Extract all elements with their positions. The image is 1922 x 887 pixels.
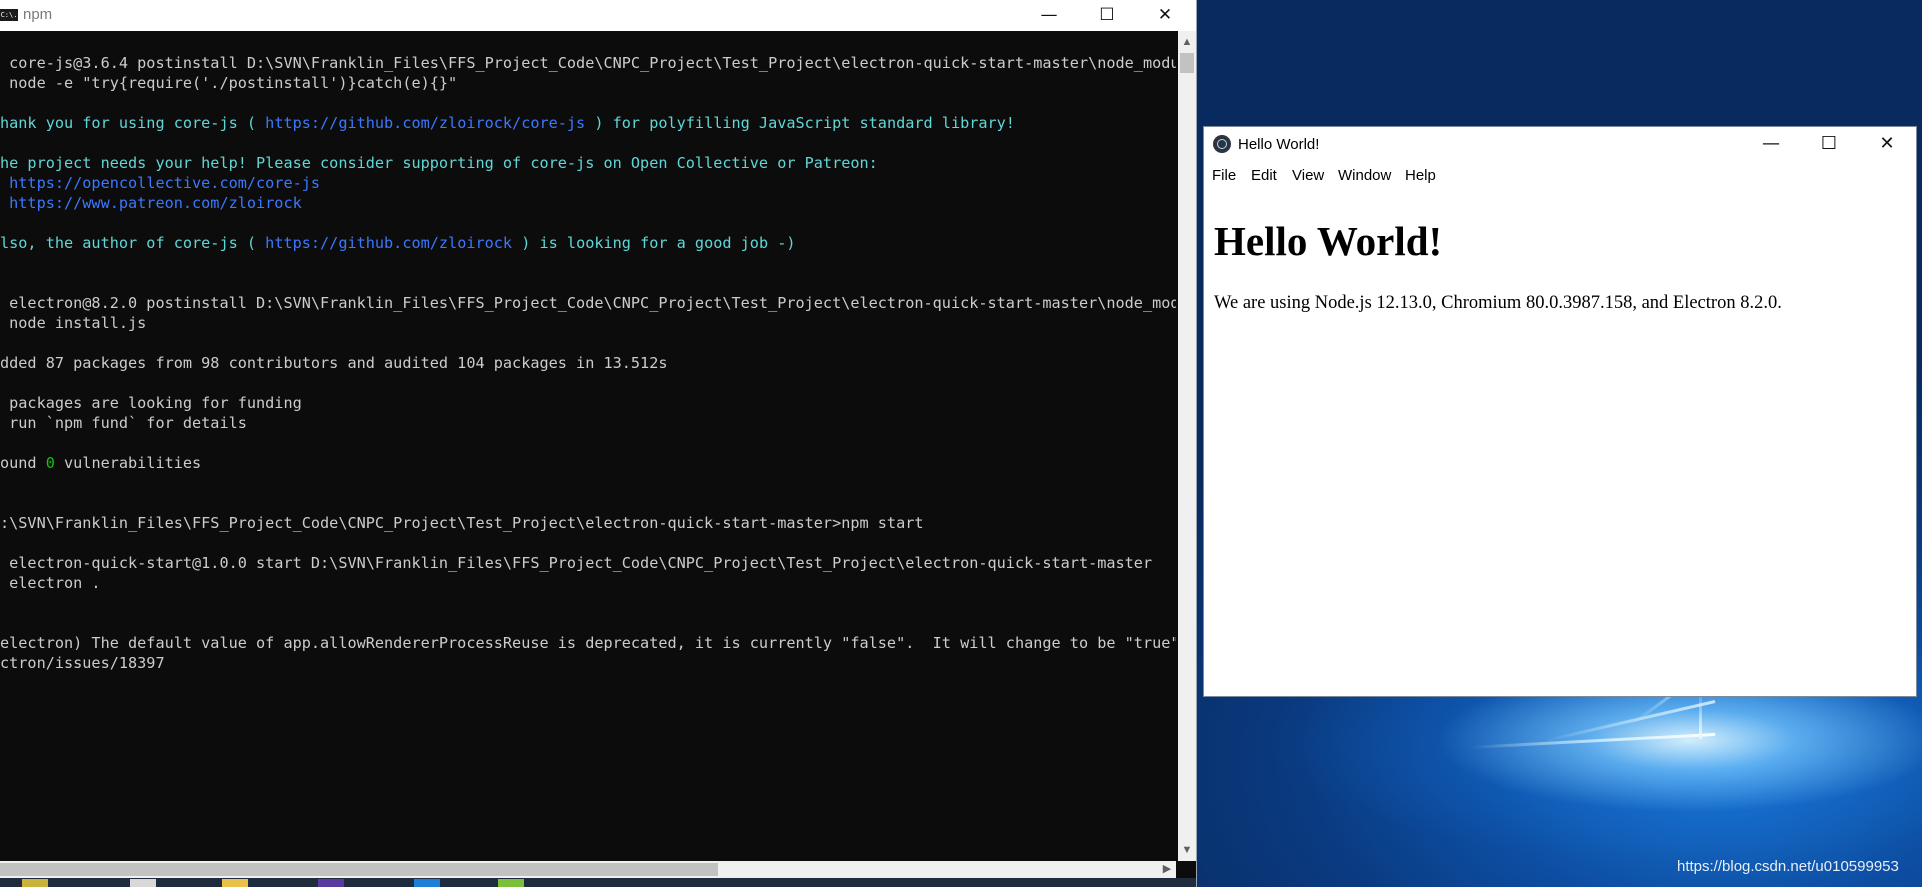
menu-help[interactable]: Help <box>1405 167 1436 184</box>
console-line: ound 0 vulnerabilities <box>0 453 1176 473</box>
taskbar-app-icon[interactable] <box>498 879 524 887</box>
taskbar-app-icon[interactable] <box>222 879 248 887</box>
horizontal-scroll-thumb[interactable] <box>0 863 718 876</box>
console-horizontal-scrollbar[interactable]: ▶ <box>0 861 1176 878</box>
app-menubar: File Edit View Window Help <box>1204 163 1916 189</box>
console-line: core-js@3.6.4 postinstall D:\SVN\Frankli… <box>0 53 1176 73</box>
console-text-segment: packages are looking for funding <box>0 394 302 412</box>
console-text-segment: hank you for using core-js ( <box>0 114 266 132</box>
app-content: Hello World! We are using Node.js 12.13.… <box>1214 189 1904 314</box>
console-title: npm <box>23 6 53 23</box>
console-line: ctron/issues/18397 <box>0 653 1176 673</box>
menu-view[interactable]: View <box>1292 167 1324 184</box>
console-text-segment: vulnerabilities <box>54 454 202 472</box>
console-minimize-button[interactable]: — <box>1020 0 1078 31</box>
menu-edit[interactable]: Edit <box>1251 167 1277 184</box>
app-close-button[interactable]: ✕ <box>1858 127 1916 161</box>
console-text-segment: :\SVN\Franklin_Files\FFS_Project_Code\CN… <box>0 514 924 532</box>
console-line: packages are looking for funding <box>0 393 1176 413</box>
console-text-segment: 0 <box>45 454 55 472</box>
console-close-button[interactable]: ✕ <box>1136 0 1194 31</box>
console-text-segment: electron . <box>0 574 101 592</box>
console-line: https://opencollective.com/core-js <box>0 173 1176 193</box>
console-text-segment: lso, the author of core-js ( <box>0 234 266 252</box>
console-maximize-button[interactable]: ☐ <box>1078 0 1136 31</box>
console-text-segment: https://www.patreon.com/zloirock <box>0 194 302 212</box>
console-line: https://www.patreon.com/zloirock <box>0 193 1176 213</box>
console-window: C:\. npm — ☐ ✕ core-js@3.6.4 postinstall… <box>0 0 1197 887</box>
scroll-down-icon[interactable]: ▼ <box>1178 841 1196 859</box>
console-line: electron@8.2.0 postinstall D:\SVN\Frankl… <box>0 293 1176 313</box>
console-vertical-scrollbar[interactable]: ▲ ▼ <box>1178 31 1196 861</box>
page-heading: Hello World! <box>1214 218 1443 264</box>
console-text-segment: electron-quick-start@1.0.0 start D:\SVN\… <box>0 554 1153 572</box>
vertical-scroll-thumb[interactable] <box>1180 53 1194 73</box>
console-text-segment: ) for polyfilling JavaScript standard li… <box>585 114 1015 132</box>
electron-app-window: Hello World! — ☐ ✕ File Edit View Window… <box>1203 126 1917 697</box>
console-line: :\SVN\Franklin_Files\FFS_Project_Code\CN… <box>0 513 1176 533</box>
electron-logo-icon <box>1213 135 1231 153</box>
version-info-text: We are using Node.js 12.13.0, Chromium 8… <box>1214 293 1782 313</box>
console-text-segment: node install.js <box>0 314 147 332</box>
watermark-url: https://blog.csdn.net/u010599953 <box>1677 858 1899 875</box>
menu-file[interactable]: File <box>1212 167 1236 184</box>
console-line: node -e "try{require('./postinstall')}ca… <box>0 73 1176 93</box>
console-titlebar[interactable]: C:\. npm — ☐ ✕ <box>0 0 1196 31</box>
console-line: dded 87 packages from 98 contributors an… <box>0 353 1176 373</box>
scroll-up-icon[interactable]: ▲ <box>1178 33 1196 51</box>
console-text-segment: https://github.com/zloirock/core-js <box>265 114 586 132</box>
taskbar-app-icon[interactable] <box>318 879 344 887</box>
app-titlebar[interactable]: Hello World! — ☐ ✕ <box>1204 127 1916 161</box>
console-text-segment: node -e "try{require('./postinstall')}ca… <box>0 74 458 92</box>
console-line: lso, the author of core-js ( https://git… <box>0 233 1176 253</box>
console-text-segment: dded 87 packages from 98 contributors an… <box>0 354 668 372</box>
console-line: he project needs your help! Please consi… <box>0 153 1176 173</box>
console-text-segment: core-js@3.6.4 postinstall D:\SVN\Frankli… <box>0 54 1176 72</box>
light-beam <box>1470 733 1716 749</box>
console-text-segment: https://opencollective.com/core-js <box>0 174 321 192</box>
app-title: Hello World! <box>1238 136 1320 153</box>
console-text-segment: electron@8.2.0 postinstall D:\SVN\Frankl… <box>0 294 1176 312</box>
taskbar-app-icon[interactable] <box>414 879 440 887</box>
console-line: node install.js <box>0 313 1176 333</box>
console-text-segment: ound <box>0 454 46 472</box>
taskbar-strip <box>0 878 1196 887</box>
console-text-segment: ctron/issues/18397 <box>0 654 165 672</box>
app-maximize-button[interactable]: ☐ <box>1800 127 1858 161</box>
console-line: hank you for using core-js ( https://git… <box>0 113 1176 133</box>
console-output[interactable]: core-js@3.6.4 postinstall D:\SVN\Frankli… <box>0 31 1176 883</box>
console-line: electron . <box>0 573 1176 593</box>
console-text-segment: run `npm fund` for details <box>0 414 247 432</box>
taskbar-app-icon[interactable] <box>22 879 48 887</box>
console-icon: C:\. <box>0 9 18 21</box>
console-text-segment: ) is looking for a good job -) <box>512 234 796 252</box>
console-line: electron-quick-start@1.0.0 start D:\SVN\… <box>0 553 1176 573</box>
console-line: electron) The default value of app.allow… <box>0 633 1176 653</box>
console-line: run `npm fund` for details <box>0 413 1176 433</box>
taskbar-app-icon[interactable] <box>130 879 156 887</box>
console-text-segment: electron) The default value of app.allow… <box>0 634 1176 652</box>
light-beam-vertical <box>1699 697 1702 739</box>
menu-window[interactable]: Window <box>1338 167 1391 184</box>
scroll-right-icon[interactable]: ▶ <box>1158 861 1176 878</box>
console-text-segment: he project needs your help! Please consi… <box>0 154 878 172</box>
console-text-segment: https://github.com/zloirock <box>265 234 513 252</box>
app-minimize-button[interactable]: — <box>1742 127 1800 161</box>
